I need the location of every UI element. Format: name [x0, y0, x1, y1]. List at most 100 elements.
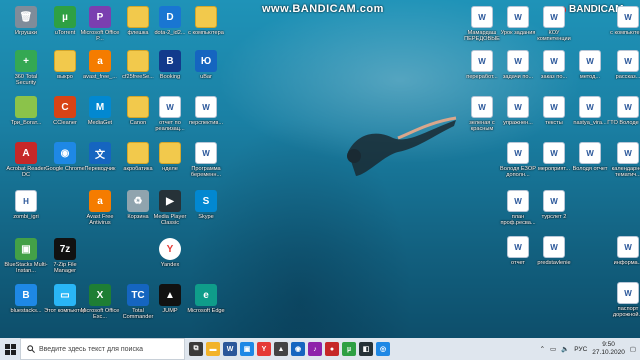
- doc-icon: W: [195, 96, 217, 118]
- desktop-shortcut[interactable]: Wплан проф.ресва...: [498, 190, 538, 227]
- doc-icon: W: [617, 236, 639, 258]
- desktop-shortcut[interactable]: a Avast Free Antivirus: [80, 190, 120, 227]
- app-taskbar-icon-3[interactable]: ♪: [308, 342, 322, 356]
- avast-icon: a: [89, 50, 111, 72]
- desktop-shortcut[interactable]: Wпаспорт дорожной...: [608, 282, 640, 319]
- desktop-shortcut[interactable]: A Acrobat Reader DC: [6, 142, 46, 179]
- app-taskbar-icon[interactable]: ▲: [274, 342, 288, 356]
- system-tray: ⌃ ▭ 🔈 РУС 9:50 27.10.2020 ▢: [540, 338, 636, 360]
- taskbar-search[interactable]: Введите здесь текст для поиска: [20, 338, 185, 360]
- desktop-shortcut[interactable]: P Microsoft Office P...: [80, 6, 120, 43]
- desktop-shortcut[interactable]: Wс компьютера: [608, 6, 640, 36]
- doc-icon: W: [471, 6, 493, 28]
- taskbar: Введите здесь текст для поиска ⧉ ▬ W ▣ Y ▲ ◉ ♪ ●…: [0, 338, 640, 360]
- desktop-shortcut[interactable]: Wкалендарно-тематич...: [608, 142, 640, 179]
- task-view-icon[interactable]: ⧉: [189, 342, 203, 356]
- desktop-shortcut-label: Yandex: [160, 262, 180, 268]
- desktop-shortcut[interactable]: Wотчет по реализац...: [150, 96, 190, 133]
- desktop-shortcut[interactable]: W Мамардаш ПЕРЕДОВЫЕ: [462, 6, 502, 43]
- folder-icon: [195, 6, 217, 28]
- desktop-shortcut[interactable]: Wnastya_vira...: [570, 96, 610, 126]
- search-placeholder: Введите здесь текст для поиска: [39, 345, 144, 353]
- desktop-shortcut[interactable]: 文 Переводчик: [80, 142, 120, 172]
- desktop-shortcut-label: Microsoft Edge: [187, 308, 225, 314]
- desktop-shortcut[interactable]: W Программа беременн...: [186, 142, 226, 179]
- desktop-shortcut[interactable]: a avast_free_...: [80, 50, 120, 80]
- language-indicator[interactable]: РУС: [574, 346, 587, 353]
- word-icon: P: [89, 6, 111, 28]
- clock[interactable]: 9:50 27.10.2020: [592, 341, 625, 357]
- desktop-shortcut[interactable]: W Володя ЕЗОР дополн...: [498, 142, 538, 179]
- network-icon[interactable]: ▭: [550, 345, 556, 353]
- doc-icon: W: [617, 96, 639, 118]
- taskbar-apps: ⧉ ▬ W ▣ Y ▲ ◉ ♪ ● µ ◧ ◎: [189, 342, 390, 356]
- volume-icon[interactable]: 🔈: [561, 345, 569, 353]
- app-taskbar-icon-2[interactable]: ◉: [291, 342, 305, 356]
- desktop-shortcut[interactable]: ▶ Media Player Classic: [150, 190, 190, 227]
- desktop-shortcut-label: с компьютера: [610, 30, 640, 36]
- desktop-shortcut[interactable]: W ГТО Володе В...: [607, 96, 640, 126]
- desktop-shortcut[interactable]: ▣ BlueStacks Multi-Instan...: [4, 238, 48, 275]
- desktop-shortcut[interactable]: Bbluestacks...: [6, 284, 46, 314]
- search-icon: [27, 345, 35, 353]
- desktop-shortcut[interactable]: X Microsoft Office Exc...: [80, 284, 120, 321]
- file-explorer-icon[interactable]: ▬: [206, 342, 220, 356]
- desktop-shortcut-label: календарно-тематич...: [611, 166, 640, 179]
- desktop-shortcut[interactable]: Wтурслет 2: [534, 190, 574, 220]
- doc-icon: W: [617, 6, 639, 28]
- desktop-shortcut[interactable]: 🗑 Игрушки: [6, 6, 46, 36]
- word-taskbar-icon[interactable]: W: [223, 342, 237, 356]
- desktop-shortcut-label: bluestacks...: [10, 308, 42, 314]
- desktop-shortcut-label: перспектив...: [188, 120, 224, 126]
- bandicam-taskbar-icon[interactable]: ●: [325, 342, 339, 356]
- store-icon[interactable]: ▣: [240, 342, 254, 356]
- desktop-shortcut-label: zombi_igri: [13, 214, 39, 220]
- desktop-shortcut[interactable]: Y Yandex: [150, 238, 190, 268]
- app-taskbar-icon-4[interactable]: ◧: [359, 342, 373, 356]
- desktop-shortcut[interactable]: с компьютера: [186, 6, 226, 36]
- bandicam-watermark: www.BANDICAM.com: [262, 3, 384, 15]
- desktop-shortcut[interactable]: 7z 7-Zip File Manager: [45, 238, 85, 275]
- desktop-shortcut-label: Игрушки: [15, 30, 37, 36]
- desktop-shortcut[interactable]: M MediaGet: [80, 96, 120, 126]
- folder-icon: [127, 6, 149, 28]
- desktop-shortcut[interactable]: e Microsoft Edge: [186, 284, 226, 314]
- doc-icon: W: [507, 142, 529, 164]
- doc-icon: W: [617, 282, 639, 304]
- desktop-shortcut-label: КОУ компетенции: [537, 30, 571, 43]
- desktop-shortcut[interactable]: Hzombi_igri: [6, 190, 46, 220]
- start-button[interactable]: [0, 338, 20, 360]
- doc-icon: W: [617, 142, 639, 164]
- desktop-shortcut[interactable]: Wрассказ...: [608, 50, 640, 80]
- desktop-shortcut[interactable]: Три_Богат...: [6, 96, 46, 126]
- desktop-shortcut[interactable]: Wpredstavlenie: [534, 236, 574, 266]
- yandex-icon: Y: [159, 238, 181, 260]
- doc-icon: W: [617, 50, 639, 72]
- desktop-shortcut[interactable]: W КОУ компетенции: [534, 6, 574, 43]
- chevron-up-icon[interactable]: ⌃: [540, 345, 545, 353]
- desktop-shortcut-label: информа...: [613, 260, 640, 266]
- desktop-shortcut[interactable]: W Володя отчет: [570, 142, 610, 172]
- utorrent-taskbar-icon[interactable]: µ: [342, 342, 356, 356]
- desktop-shortcut[interactable]: ЮuBar: [186, 50, 226, 80]
- doc-icon: W: [543, 236, 565, 258]
- avast-icon: a: [89, 190, 111, 212]
- desktop-shortcut[interactable]: Wметод...: [570, 50, 610, 80]
- desktop-shortcut[interactable]: S Skype: [186, 190, 226, 220]
- folder-icon: [127, 142, 149, 164]
- chrome-taskbar-icon[interactable]: ◎: [376, 342, 390, 356]
- desktop-shortcut[interactable]: Wзеленая с красным: [462, 96, 502, 133]
- desktop-shortcut-label: Skype: [198, 214, 214, 220]
- notifications-icon[interactable]: ▢: [630, 345, 636, 353]
- yandex-taskbar-icon[interactable]: Y: [257, 342, 271, 356]
- diver-wallpaper-image: [347, 116, 457, 176]
- desktop-shortcut-label: 7-Zip File Manager: [53, 262, 77, 275]
- doc-icon: W: [159, 96, 181, 118]
- desktop-shortcut-label: uBar: [200, 74, 212, 80]
- desktop-shortcut[interactable]: Wперспектив...: [186, 96, 226, 126]
- ccleaner-icon: C: [54, 96, 76, 118]
- doc-icon: W: [543, 190, 565, 212]
- desktop-shortcut[interactable]: +360 Total Security: [6, 50, 46, 87]
- desktop-shortcut[interactable]: Wинформа...: [608, 236, 640, 266]
- total-commander-icon: TC: [127, 284, 149, 306]
